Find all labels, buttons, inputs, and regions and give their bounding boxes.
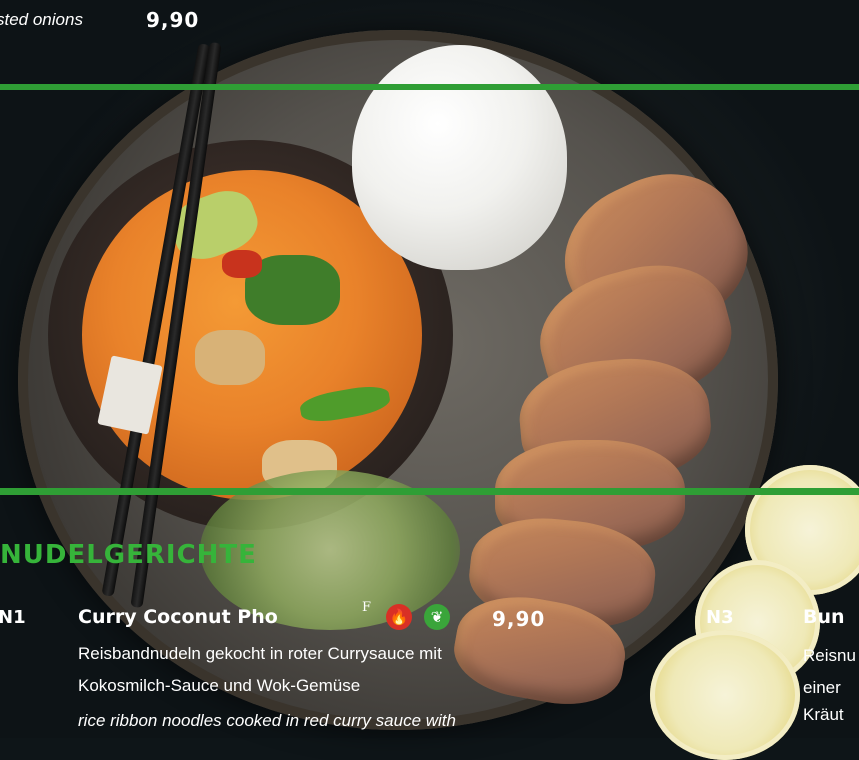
dish-code: N3 (706, 607, 734, 628)
dish-description: einer (803, 678, 841, 697)
divider-line-top (0, 84, 859, 90)
dish-description-en: rice ribbon noodles cooked in red curry … (78, 711, 456, 730)
dish-description-de: Kokosmilch-Sauce und Wok-Gemüse (78, 676, 361, 695)
top-item-price: 9,90 (146, 8, 200, 32)
leaf-icon: ❦ (424, 604, 450, 630)
dish-description: Reisnu (803, 646, 856, 665)
dish-description-de: Reisbandnudeln gekocht in roter Currysau… (78, 644, 442, 663)
footnote-mark: F (362, 600, 372, 615)
tomato-piece (222, 250, 262, 278)
lemon-slice (650, 630, 800, 760)
section-title: NUDELGERICHTE (0, 540, 257, 570)
divider-line-middle (0, 488, 859, 495)
dish-code: N1 (0, 607, 26, 628)
mushroom-piece (195, 330, 265, 385)
top-item-description: sted onions (0, 10, 83, 29)
flame-icon: 🔥 (386, 604, 412, 630)
dish-description: Kräut (803, 705, 844, 724)
rice-mound (352, 45, 567, 270)
dish-name: Curry Coconut Pho (78, 606, 278, 628)
dish-price: 9,90 (492, 607, 546, 631)
dish-name: Bun (803, 606, 845, 628)
